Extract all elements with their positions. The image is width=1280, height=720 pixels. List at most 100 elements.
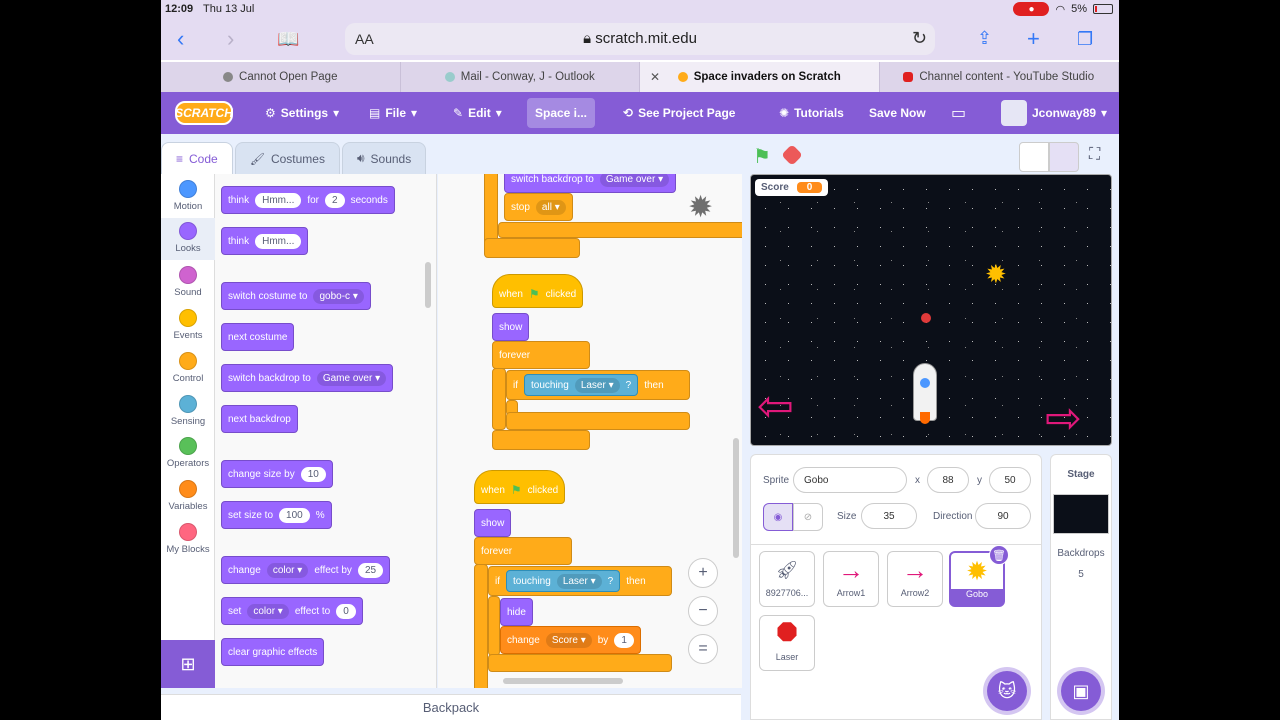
left-arrow-sprite-icon[interactable]: ⇦ [757,385,794,429]
block-next-backdrop[interactable]: next backdrop [221,405,298,433]
block-input[interactable]: 25 [357,562,384,578]
delete-sprite-icon[interactable]: 🗑︎ [989,545,1009,565]
block-input[interactable]: Hmm... [255,192,302,208]
tab-costumes[interactable]: 🖌︎ Costumes [234,142,340,174]
zoom-reset-button[interactable]: = [688,634,718,664]
block-switch-costume[interactable]: switch costume to gobo-c [221,282,371,310]
block-dropdown[interactable]: Game over [599,174,670,187]
category-looks[interactable]: Looks [161,218,215,260]
block-change-effect[interactable]: change color effect by 25 [221,556,391,584]
block-when-flag-clicked[interactable]: when ⚑ clicked [474,470,566,504]
block-change-size[interactable]: change size by 10 [221,460,333,488]
block-input[interactable]: Hmm... [255,233,302,249]
block-next-costume[interactable]: next costume [221,323,295,351]
size-input[interactable]: 35 [861,503,917,529]
block-set-effect[interactable]: set color effect to 0 [221,597,363,625]
file-menu[interactable]: ▤ File ▾ [369,92,417,134]
block-change-variable[interactable]: change Scoreby 1 [500,626,641,654]
block-dropdown[interactable]: color [266,562,309,578]
sprite-tile-arrow2[interactable]: → Arrow2 [887,551,943,607]
fullscreen-icon[interactable]: ⛶ [1089,146,1100,164]
backpack-bar[interactable]: Backpack [161,694,741,720]
large-stage-button[interactable] [1049,142,1079,172]
choose-backdrop-button[interactable]: ▣ [1061,671,1101,711]
category-operators[interactable]: Operators [161,437,215,469]
stop-icon[interactable] [781,144,803,166]
green-flag-icon[interactable]: ⚑ [753,144,771,169]
block-think-for[interactable]: think Hmm... for 2 seconds [221,186,395,214]
block-dropdown[interactable]: color [247,603,289,619]
new-tab-icon[interactable]: + [1027,26,1040,52]
block-think[interactable]: think Hmm... [221,227,309,255]
block-show[interactable]: show [474,509,512,537]
zoom-in-button[interactable]: + [688,558,718,588]
palette-scrollbar[interactable] [425,262,431,308]
edit-menu[interactable]: ✎ Edit ▾ [453,92,502,134]
block-clear-effects[interactable]: clear graphic effects [221,638,325,666]
block-dropdown[interactable]: Laser [556,573,602,589]
block-show[interactable]: show [492,313,530,341]
block-if-then[interactable]: if touching Laser? then [488,566,672,596]
x-input[interactable]: 88 [927,467,969,493]
tab-cannot-open[interactable]: Cannot Open Page [161,62,401,92]
share-icon[interactable]: ⇪ [977,28,992,49]
sprite-name-input[interactable]: Gobo [793,467,907,493]
save-now-button[interactable]: Save Now [869,92,926,134]
gobo-sprite-icon[interactable]: ✹ [985,259,1007,290]
block-touching[interactable]: touching Laser? [506,570,621,592]
workspace-vertical-scrollbar[interactable] [733,438,739,558]
block-forever[interactable]: forever [474,537,572,565]
workspace-horizontal-scrollbar[interactable] [503,678,623,684]
block-switch-backdrop[interactable]: switch backdrop to Game over [504,174,677,193]
block-forever[interactable]: forever [492,341,590,369]
back-icon[interactable]: ‹ [177,26,184,52]
category-sound[interactable]: Sound [161,266,215,298]
tab-sounds[interactable]: 🔊︎ Sounds [341,142,427,174]
block-dropdown[interactable]: gobo-c [313,288,364,304]
y-input[interactable]: 50 [989,467,1031,493]
rocket-sprite-icon[interactable] [913,363,937,424]
block-input[interactable]: 2 [325,192,345,208]
small-stage-button[interactable] [1019,142,1049,172]
block-touching[interactable]: touching Laser? [524,374,639,396]
direction-input[interactable]: 90 [975,503,1031,529]
project-title-input[interactable]: Space i... [527,98,595,128]
folder-icon[interactable]: ▭ [951,92,966,134]
category-motion[interactable]: Motion [161,180,215,212]
bookmarks-icon[interactable]: 📖 [277,29,299,50]
block-input[interactable]: 0 [336,603,356,619]
block-dropdown[interactable]: Laser [574,377,620,393]
category-events[interactable]: Events [161,309,215,341]
code-workspace[interactable]: switch backdrop to Game over stopall ✹ wh… [438,174,742,688]
stage-canvas[interactable]: Score 0 ✹ ⇦ ⇨ [750,174,1112,446]
show-sprite-eye-icon[interactable]: ◉ [763,503,793,531]
tab-code[interactable]: ≡ Code [161,142,233,174]
tab-outlook[interactable]: Mail - Conway, J - Outlook [401,62,640,92]
sprite-tile-laser[interactable]: ⯃ Laser [759,615,815,671]
close-tab-icon[interactable]: ✕ [650,70,660,84]
tab-scratch[interactable]: ✕ Space invaders on Scratch [640,62,880,92]
block-input[interactable]: 100 [279,507,310,523]
stage-selector[interactable]: Stage Backdrops 5 ▣ [1050,454,1112,720]
scratch-logo[interactable]: SCRATCH [175,101,233,125]
right-arrow-sprite-icon[interactable]: ⇨ [1045,397,1082,441]
category-variables[interactable]: Variables [161,480,215,512]
block-switch-backdrop[interactable]: switch backdrop to Game over [221,364,394,392]
tabs-overview-icon[interactable]: ❐ [1077,29,1093,50]
laser-sprite[interactable] [921,313,931,323]
tutorials-button[interactable]: ✺ Tutorials [779,92,844,134]
block-stop[interactable]: stop all [504,193,573,221]
category-sensing[interactable]: Sensing [161,395,215,427]
category-control[interactable]: Control [161,352,215,384]
block-dropdown[interactable]: Score [545,632,592,648]
block-if-then[interactable]: if touching Laser? then [506,370,690,400]
block-set-size[interactable]: set size to 100% [221,501,332,529]
forward-icon[interactable]: › [227,26,234,52]
sprite-tile-arrow1[interactable]: → Arrow1 [823,551,879,607]
sprite-tile-gobo[interactable]: ✹ Gobo 🗑︎ [949,545,1009,607]
block-dropdown[interactable]: Game over [316,370,387,386]
block-when-flag-clicked[interactable]: when ⚑ clicked [492,274,584,308]
reload-icon[interactable]: ↻ [912,28,927,49]
zoom-out-button[interactable]: − [688,596,718,626]
add-extension-button[interactable]: ⊞ [161,640,215,688]
